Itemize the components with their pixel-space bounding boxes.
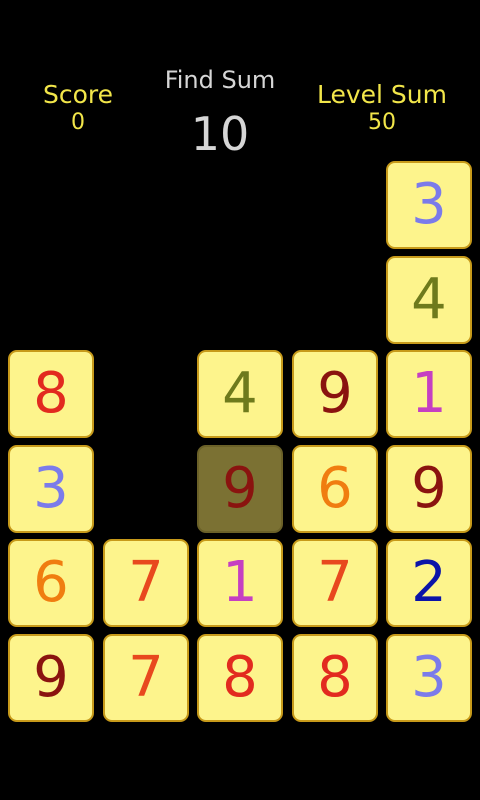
number-tile[interactable]: 8 [292, 634, 378, 722]
number-tile[interactable]: 3 [386, 634, 472, 722]
number-tile[interactable]: 4 [197, 350, 283, 438]
number-tile[interactable]: 7 [103, 634, 189, 722]
number-tile[interactable]: 3 [386, 161, 472, 249]
number-tile[interactable]: 6 [292, 445, 378, 533]
number-tile[interactable]: 4 [386, 256, 472, 344]
number-tile[interactable]: 1 [386, 350, 472, 438]
number-tile[interactable]: 7 [292, 539, 378, 627]
number-tile[interactable]: 8 [197, 634, 283, 722]
number-tile[interactable]: 1 [197, 539, 283, 627]
number-tile[interactable]: 9 [8, 634, 94, 722]
number-tile[interactable]: 8 [8, 350, 94, 438]
number-tile[interactable]: 9 [197, 445, 283, 533]
number-tile[interactable]: 9 [386, 445, 472, 533]
number-tile[interactable]: 6 [8, 539, 94, 627]
number-board: 34849139696717297883 [0, 0, 480, 800]
number-tile[interactable]: 9 [292, 350, 378, 438]
game-screen: Score 0 Find Sum 10 Level Sum 50 3484913… [0, 0, 480, 800]
number-tile[interactable]: 2 [386, 539, 472, 627]
number-tile[interactable]: 7 [103, 539, 189, 627]
number-tile[interactable]: 3 [8, 445, 94, 533]
